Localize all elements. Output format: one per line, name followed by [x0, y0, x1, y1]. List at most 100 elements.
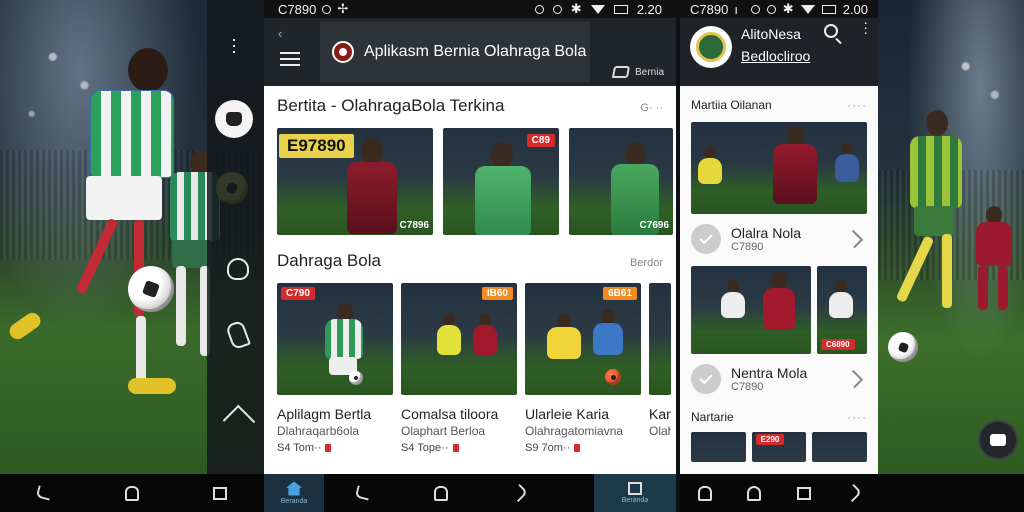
card-title: Comalsa tiloora — [401, 406, 499, 422]
tab-last[interactable]: Beranda — [594, 474, 676, 512]
home-icon — [125, 485, 139, 501]
list-item[interactable]: Nentra Mola C7890 — [691, 364, 867, 394]
more-vert-icon[interactable]: · · · — [231, 30, 237, 60]
nav-home-button[interactable] — [88, 474, 176, 512]
card-subtitle: Olaphart Berloa — [401, 424, 486, 438]
status-clock: 2.20 — [636, 1, 662, 17]
home-icon — [286, 481, 302, 496]
nav-home-button[interactable] — [730, 474, 780, 512]
tab-home[interactable] — [680, 474, 730, 512]
bookmark-icon[interactable] — [574, 444, 581, 452]
user-icon[interactable] — [227, 258, 249, 280]
ball-image — [128, 266, 174, 312]
tab-last-label: Beranda — [621, 497, 649, 504]
nav-home-button[interactable] — [402, 474, 480, 512]
news-card[interactable]: IB60 Comalsa tiloora Olaphart Berloa S4 … — [401, 283, 517, 454]
card-meta-text: S4 Tope·· — [401, 442, 449, 454]
card-tag: IB60 — [481, 287, 513, 300]
app-subtitle-link[interactable]: Bedlocliroo — [741, 48, 810, 64]
nav-back-button[interactable] — [324, 474, 402, 512]
nav-recents-button[interactable] — [480, 474, 558, 512]
tab-home-label: Beranda — [280, 497, 308, 505]
check-avatar-icon — [691, 364, 721, 394]
system-nav-right — [680, 474, 878, 512]
card-tag: C790 — [281, 287, 315, 300]
image-grid: C6890 — [691, 266, 867, 354]
news-card-image[interactable]: C89 — [443, 128, 559, 235]
hero-image-right — [878, 0, 1024, 474]
section-more-link[interactable]: G· ·· — [640, 102, 663, 114]
back-icon[interactable]: ‹ — [278, 26, 282, 41]
share-icon[interactable] — [844, 369, 864, 389]
item-title: Nentra Mola — [731, 365, 808, 381]
news-card[interactable]: 6B61 Ularleie Karia Olahragatomiavna S9 … — [525, 283, 641, 454]
item-subtitle: C7890 — [731, 241, 764, 253]
section-more-icon[interactable]: ···· — [847, 98, 867, 112]
card-meta: S9 7om·· — [525, 442, 641, 454]
status-bar: C7890 ı ✱ 2.00 — [680, 0, 878, 18]
card-meta-text: S4 Tom·· — [277, 442, 322, 454]
list-item[interactable]: Olalra Nola C7890 — [691, 224, 867, 254]
news-image[interactable] — [691, 122, 867, 214]
news-card-image: C790 — [277, 283, 393, 395]
search-icon[interactable] — [824, 24, 838, 38]
grid-image[interactable]: C6890 — [817, 266, 867, 354]
nav-back-button[interactable] — [829, 474, 879, 512]
alarm-icon — [750, 4, 760, 14]
home-icon — [747, 485, 762, 501]
chat-fab-button[interactable] — [978, 420, 1018, 460]
news-card-image — [649, 283, 671, 395]
section-title: Martiia Oilanan — [691, 98, 772, 112]
grid-image[interactable] — [691, 266, 811, 354]
header-action-button[interactable]: Bernia — [612, 66, 664, 78]
news-card-image[interactable]: C7696 — [569, 128, 673, 235]
wifi-icon — [800, 4, 815, 14]
pointer-icon[interactable] — [225, 319, 251, 351]
share-arrow-icon[interactable] — [222, 404, 256, 438]
hamburger-menu-icon[interactable] — [280, 52, 300, 66]
section-header: Martiia Oilanan ···· — [691, 98, 867, 112]
system-nav-far-right — [878, 474, 1024, 512]
clock-icon — [552, 4, 562, 14]
share-icon[interactable] — [844, 229, 864, 249]
item-title: Olalra Nola — [731, 225, 802, 241]
back-icon — [844, 483, 863, 503]
nav-back-button[interactable] — [0, 474, 88, 512]
profile-button[interactable] — [215, 100, 253, 138]
card-title: Kan — [649, 406, 671, 422]
side-action-rail: · · · — [207, 0, 264, 474]
news-card-image: 6B61 — [525, 283, 641, 395]
nav-recents-button[interactable] — [176, 474, 264, 512]
card-meta: S4 Tom·· — [277, 442, 393, 454]
news-card-row: C790 Aplilagm Bertla Dlahraqarb6ola S4 T… — [277, 283, 671, 454]
battery-icon — [613, 4, 628, 14]
card-tag: 6B61 — [603, 287, 637, 300]
tab-home[interactable]: Beranda — [264, 474, 324, 512]
mini-image[interactable] — [812, 432, 868, 462]
item-subtitle: C7890 — [731, 381, 764, 393]
section-header-latest: Bertita - OlahragaBola Terkina G· ·· — [277, 96, 663, 116]
section-more-link[interactable]: Berdor — [630, 257, 663, 269]
recents-icon — [509, 483, 529, 503]
nav-recents-button[interactable] — [779, 474, 829, 512]
mini-image-row: E290 — [691, 432, 868, 462]
news-card-image[interactable]: E97890 C7896 — [277, 128, 433, 235]
status-time: C7890 — [278, 1, 317, 17]
section-title: Bertita - OlahragaBola Terkina — [277, 96, 505, 115]
mini-image[interactable] — [691, 432, 746, 462]
more-vert-icon[interactable]: · · · — [863, 15, 868, 39]
section-more-icon[interactable]: ···· — [847, 410, 867, 424]
battery-icon — [821, 4, 836, 14]
recents-icon — [796, 486, 811, 500]
gear-icon — [226, 112, 242, 126]
news-card[interactable]: Kan Olah — [649, 283, 671, 454]
back-icon — [354, 485, 372, 501]
bookmark-icon[interactable] — [452, 444, 459, 452]
bookmark-icon[interactable] — [325, 444, 332, 452]
news-card-image: IB60 — [401, 283, 517, 395]
chat-icon — [612, 66, 631, 78]
card-title: Aplilagm Bertla — [277, 406, 372, 422]
card-caption: C7896 — [399, 220, 429, 231]
mini-image[interactable]: E290 — [751, 432, 807, 462]
news-card[interactable]: C790 Aplilagm Bertla Dlahraqarb6ola S4 T… — [277, 283, 393, 454]
